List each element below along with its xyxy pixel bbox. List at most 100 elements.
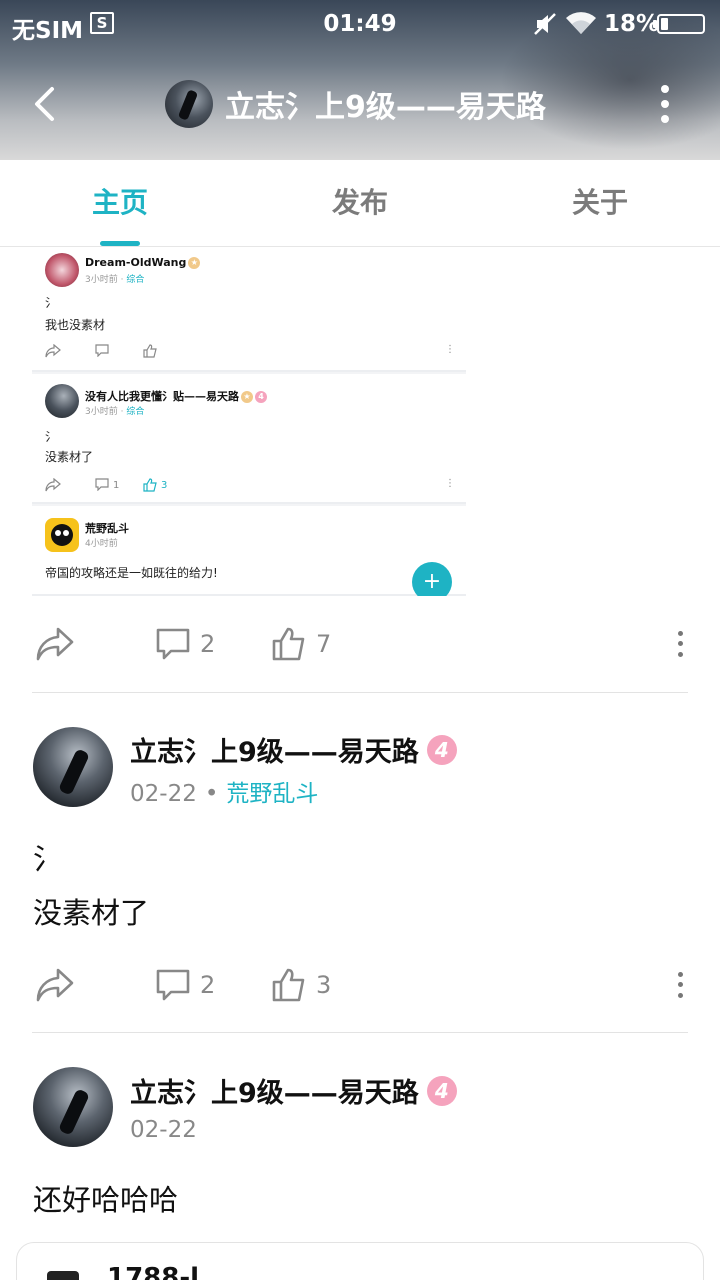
mute-icon — [534, 12, 556, 42]
embedded-more-icon: ⋮ — [445, 344, 455, 355]
like-icon — [272, 627, 305, 661]
embedded-author-text: 没有人比我更懂氵贴——易天路 — [85, 390, 239, 403]
header-avatar[interactable] — [165, 80, 213, 128]
like-icon — [272, 968, 305, 1002]
like-button[interactable]: 3 — [272, 961, 331, 1009]
more-dot — [677, 993, 683, 999]
embedded-time: 4小时前 — [85, 539, 118, 549]
embedded-avatar — [45, 253, 79, 287]
linked-content-card[interactable]: 1788-l — [16, 1242, 704, 1280]
post-divider — [32, 692, 688, 693]
embedded-meta: 3小时前 · 综合 — [85, 407, 145, 417]
like-icon — [143, 344, 157, 358]
post-meta: 02-22 — [130, 1117, 197, 1143]
post-author-name: 立志氵上9级——易天路 — [130, 1078, 419, 1109]
level-badge: 4 — [426, 1075, 457, 1106]
more-dot — [677, 652, 683, 658]
comment-button[interactable]: 2 — [156, 961, 215, 1009]
like-button[interactable]: 7 — [272, 620, 331, 668]
tab-posts[interactable]: 发布 — [240, 160, 480, 246]
embedded-time: 3小时前 — [85, 275, 118, 285]
tab-about[interactable]: 关于 — [480, 160, 720, 246]
embedded-author-text: 荒野乱斗 — [85, 522, 129, 535]
embedded-comment-count: 1 — [113, 480, 120, 491]
share-icon — [36, 968, 74, 1002]
tab-home[interactable]: 主页 — [0, 160, 240, 246]
embedded-line: 帝国的攻略还是一如既往的给力! — [45, 566, 218, 580]
embedded-author: 没有人比我更懂氵贴——易天路 ★ 4 — [85, 388, 267, 404]
vip-badge-icon: ★ — [241, 391, 253, 403]
back-button[interactable] — [22, 79, 72, 129]
comment-icon — [95, 478, 109, 491]
post-actions: 2 7 — [32, 620, 688, 668]
brawl-stars-logo-icon — [45, 518, 79, 552]
more-dot — [677, 641, 683, 647]
more-vertical-icon — [661, 84, 669, 93]
game-icon — [47, 1271, 79, 1280]
embedded-author-text: Dream-OldWang — [85, 256, 187, 269]
embedded-category: 综合 — [126, 407, 145, 417]
more-options-button[interactable] — [650, 81, 680, 127]
share-icon — [36, 627, 74, 661]
more-vertical-icon — [677, 630, 683, 636]
battery-percent: 18% — [604, 11, 660, 37]
comment-button[interactable]: 2 — [156, 620, 215, 668]
share-icon — [45, 478, 61, 492]
post-more-button[interactable] — [672, 628, 688, 660]
post-author-avatar[interactable] — [33, 1067, 113, 1147]
post-author-avatar[interactable] — [33, 727, 113, 807]
post-date: 02-22 — [130, 1117, 197, 1143]
post-author-name: 立志氵上9级——易天路 — [130, 737, 419, 768]
meta-separator: • — [204, 781, 219, 807]
back-arrow-icon — [35, 87, 54, 121]
embedded-like-count: 3 — [161, 480, 168, 491]
level-badge: 4 — [426, 734, 457, 765]
embedded-actions: 1 3 ⋮ — [45, 478, 455, 494]
embedded-actions: ⋮ — [45, 344, 455, 360]
post-text-line: 还好哈哈哈 — [33, 1183, 179, 1217]
post-text-line: 没素材了 — [33, 896, 150, 930]
embedded-line: 我也没素材 — [45, 318, 106, 332]
header-title-group: 立志氵上9级——易天路 — [165, 79, 546, 129]
embedded-author: Dream-OldWang ★ — [85, 256, 201, 269]
tab-bar: 主页 发布 关于 — [0, 160, 720, 247]
vip-badge-icon: ★ — [188, 257, 201, 269]
embedded-line: 氵 — [45, 430, 58, 444]
comment-icon — [156, 969, 190, 1001]
post-author[interactable]: 立志氵上9级——易天路 4 — [130, 1071, 457, 1110]
embedded-line: 氵 — [45, 296, 58, 310]
top-app-bar: 立志氵上9级——易天路 — [0, 55, 720, 155]
more-vertical-icon — [677, 971, 683, 977]
post-divider — [32, 1032, 688, 1033]
embedded-time: 3小时前 — [85, 407, 118, 417]
profile-header: 无SIM S 01:49 18% 立志氵上9级——易天路 — [0, 0, 720, 160]
post-meta: 02-22 • 荒野乱斗 — [130, 774, 318, 808]
comment-count: 2 — [200, 971, 216, 999]
embedded-category: 综合 — [126, 275, 145, 285]
post-author[interactable]: 立志氵上9级——易天路 4 — [130, 730, 457, 769]
linked-card-title: 1788-l — [107, 1263, 200, 1280]
battery-fill — [661, 18, 668, 30]
like-count: 7 — [316, 630, 332, 658]
level-badge-icon: 4 — [255, 391, 267, 403]
embedded-fab-button: + — [412, 562, 452, 596]
post-text-line: 氵 — [33, 842, 63, 876]
embedded-line: 没素材了 — [45, 450, 94, 464]
share-button[interactable] — [36, 620, 74, 668]
post-category-link[interactable]: 荒野乱斗 — [226, 781, 318, 807]
embedded-meta: 3小时前 · 综合 — [85, 275, 145, 285]
status-bar: 无SIM S 01:49 18% — [0, 0, 720, 50]
post-more-button[interactable] — [672, 969, 688, 1001]
more-dot — [677, 982, 683, 988]
active-tab-indicator — [100, 241, 140, 246]
post-image[interactable]: Dream-OldWang ★ 3小时前 · 综合 氵 我也没素材 ⋮ 没有人比我… — [32, 248, 466, 596]
like-count: 3 — [316, 971, 332, 999]
comment-count: 2 — [200, 630, 216, 658]
embedded-more-icon: ⋮ — [445, 478, 455, 489]
more-dot — [661, 99, 669, 108]
embedded-post-card: Dream-OldWang ★ 3小时前 · 综合 氵 我也没素材 ⋮ — [32, 248, 466, 372]
battery-icon — [657, 14, 705, 34]
share-button[interactable] — [36, 961, 74, 1009]
post-actions: 2 3 — [32, 961, 688, 1009]
share-icon — [45, 344, 61, 358]
